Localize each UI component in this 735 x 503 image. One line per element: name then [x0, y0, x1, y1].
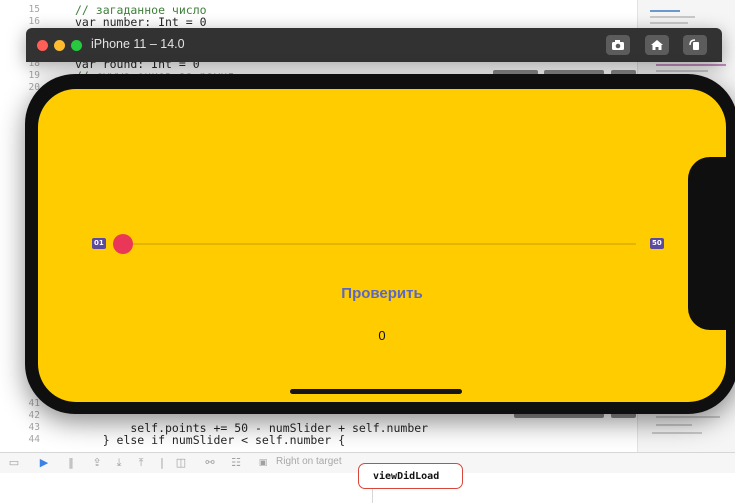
- line-number: 19: [28, 70, 40, 81]
- score-label: 0: [378, 328, 386, 343]
- home-indicator[interactable]: [290, 389, 462, 394]
- memory-graph-icon[interactable]: ⚯: [203, 456, 217, 470]
- rotate-icon: [689, 39, 699, 50]
- line-number: 44: [28, 434, 40, 445]
- view-hierarchy-icon[interactable]: ◫: [174, 456, 188, 470]
- debug-status-text: Right on target: [276, 456, 342, 467]
- console-output: viewDidLoad: [358, 463, 463, 489]
- pause-icon[interactable]: ‖: [64, 456, 78, 470]
- step-into-icon[interactable]: ⤓: [112, 456, 126, 470]
- breakpoint-toggle-icon[interactable]: ▶: [37, 456, 51, 470]
- code-line[interactable]: } else if numSlider < self.number {: [75, 434, 345, 446]
- camera-icon: [612, 40, 624, 50]
- step-out-icon[interactable]: ⤒: [134, 456, 148, 470]
- slider-thumb[interactable]: [113, 234, 133, 254]
- zoom-window-button[interactable]: [71, 40, 82, 51]
- slider-track[interactable]: [124, 243, 636, 245]
- line-number: 15: [28, 4, 40, 15]
- minimize-window-button[interactable]: [54, 40, 65, 51]
- simulator-titlebar[interactable]: iPhone 11 – 14.0: [26, 28, 722, 62]
- app-screen: 01 50 Проверить 0: [38, 89, 726, 402]
- code-line[interactable]: var number: Int = 0: [75, 16, 207, 28]
- phone-notch: [688, 157, 733, 330]
- environment-overrides-icon[interactable]: ☷: [229, 456, 243, 470]
- divider-icon: |: [160, 456, 164, 469]
- line-number: 42: [28, 410, 40, 421]
- line-number: 43: [28, 422, 40, 433]
- slider-max-label: 50: [650, 238, 664, 249]
- line-number: 16: [28, 16, 40, 27]
- rotate-button[interactable]: [683, 35, 707, 55]
- simulator-title: iPhone 11 – 14.0: [91, 37, 185, 51]
- step-over-icon[interactable]: ⇪: [90, 456, 104, 470]
- close-window-button[interactable]: [37, 40, 48, 51]
- screenshot-button[interactable]: [606, 35, 630, 55]
- home-icon: [651, 40, 663, 50]
- check-button[interactable]: Проверить: [38, 285, 726, 302]
- hide-debug-area-icon[interactable]: ▭: [7, 456, 21, 470]
- home-button[interactable]: [645, 35, 669, 55]
- line-number: 20: [28, 82, 40, 93]
- location-icon[interactable]: ▣: [256, 456, 270, 470]
- slider-min-label: 01: [92, 238, 106, 249]
- line-number: 41: [28, 398, 40, 409]
